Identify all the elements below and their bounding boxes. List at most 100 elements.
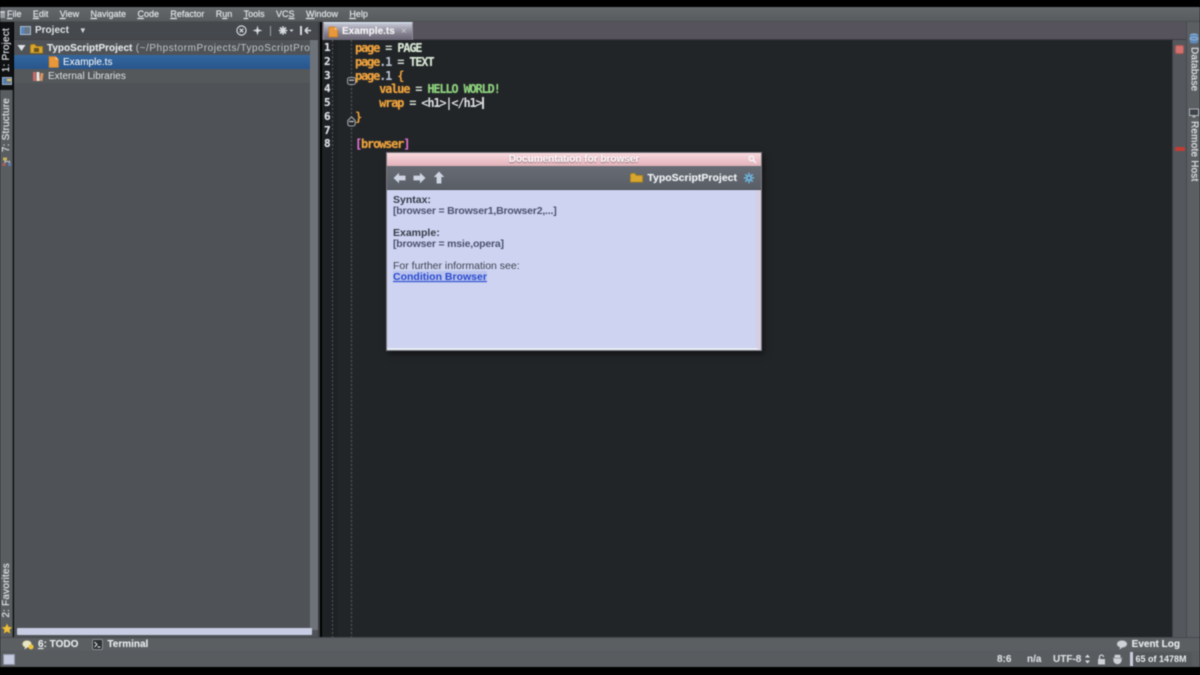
code-line-3[interactable]: page.1 { [355, 69, 403, 83]
tree-row-example-ts[interactable]: Example.ts [14, 55, 318, 69]
project-view-icon [20, 25, 31, 36]
memory-indicator-label: 65 of 1478M [1130, 652, 1192, 666]
toolwindow-toggle-icon[interactable] [3, 654, 15, 665]
popup-content: Syntax:[browser = Browser1,Browser2,...]… [387, 190, 761, 350]
code-token: = [379, 41, 397, 55]
code-line-6[interactable]: } [355, 110, 361, 124]
external-libraries-icon [32, 71, 44, 82]
tool-button-structure-label: 7: Structure [1, 98, 12, 152]
line-number: 7 [324, 124, 336, 137]
chevron-down-icon[interactable]: ▼ [79, 26, 87, 35]
menu-item-view[interactable]: View [54, 9, 85, 19]
code-token: } [355, 110, 361, 124]
mnemonic-underline: C [137, 9, 144, 19]
line-number: 5 [324, 96, 336, 109]
left-tool-stripe: 1: Project 7: Structure 2: Favorites [0, 22, 13, 637]
tool-button-todo[interactable]: 6: TODO [22, 639, 78, 650]
status-bar: 8:6 n/a UTF-8 65 of 1478M [0, 651, 1200, 667]
code-token [355, 96, 379, 110]
encoding-widget[interactable]: UTF-8 [1053, 651, 1091, 667]
pin-icon[interactable] [748, 155, 757, 164]
error-stripe-mark[interactable] [1175, 147, 1185, 151]
favorites-star-icon [1, 623, 13, 635]
todo-icon [22, 640, 34, 650]
back-arrow-icon[interactable] [393, 172, 406, 184]
doc-code: [browser = msie,opera] [393, 239, 747, 250]
example-ts-label: Example.ts [63, 57, 112, 68]
editor-error-stripe[interactable] [1172, 40, 1186, 637]
menu-item-code[interactable]: Code [132, 9, 165, 19]
tool-button-project[interactable]: 1: Project [0, 22, 13, 90]
forward-arrow-icon[interactable] [413, 172, 426, 184]
tool-button-terminal-label: Terminal [107, 639, 148, 650]
code-token: value [379, 82, 409, 96]
close-circle-icon[interactable] [236, 25, 247, 36]
tool-button-database[interactable]: Database [1187, 33, 1200, 91]
file-status-error-indicator[interactable] [1175, 45, 1184, 54]
menu-item-edit[interactable]: Edit [27, 9, 54, 19]
project-panel-title[interactable]: Project [35, 25, 69, 36]
menu-item-file[interactable]: File [5, 9, 27, 19]
editor-tab-bar: Example.ts × [322, 22, 1186, 40]
tree-row-project-root[interactable]: TypoScriptProject (~/PhpstormProjects/Ty… [14, 41, 318, 55]
mnemonic-underline: R [170, 9, 177, 19]
code-token: PAGE [397, 41, 421, 55]
tool-button-remote-host-label: Remote Host [1189, 121, 1200, 182]
tool-button-project-label: 1: Project [1, 28, 12, 72]
caret-position-widget[interactable]: 8:6 [997, 651, 1011, 667]
tab-label: Example.ts [342, 26, 395, 37]
tab-example-ts[interactable]: Example.ts × [323, 22, 413, 40]
menu-item-navigate[interactable]: Navigate [85, 9, 132, 19]
code-line-2[interactable]: page.1 = TEXT [355, 55, 433, 69]
mnemonic-underline: E [33, 9, 39, 19]
gear-icon[interactable] [743, 172, 755, 184]
project-root-path: (~/PhpstormProjects/TypoScriptProject) [132, 43, 318, 54]
menu-item-refactor[interactable]: Refactor [165, 9, 210, 19]
menu-item-vcs[interactable]: VCS [270, 9, 300, 19]
letterbox-bottom [0, 667, 1200, 675]
menu-item-window[interactable]: Window [300, 9, 343, 19]
memory-indicator[interactable]: 65 of 1478M [1130, 652, 1192, 666]
tool-button-event-log[interactable]: Event Log [1116, 639, 1180, 650]
doc-link-condition-browser[interactable]: Condition Browser [393, 271, 487, 283]
line-separator-widget[interactable]: n/a [1027, 651, 1041, 667]
popup-title-bar[interactable]: Documentation for browser [387, 153, 761, 166]
code-token: ] [403, 137, 409, 151]
hide-panel-icon[interactable] [299, 25, 312, 36]
popup-toolbar-right: TypoScriptProject [630, 172, 755, 184]
project-panel-vertical-scrollbar[interactable] [310, 40, 318, 630]
close-icon[interactable]: × [401, 27, 407, 37]
code-token: wrap [379, 96, 403, 110]
remote-host-icon [1189, 108, 1199, 118]
tool-button-favorites[interactable]: 2: Favorites [0, 563, 13, 635]
up-arrow-icon[interactable] [433, 171, 445, 184]
mnemonic-underline: T [244, 9, 249, 19]
code-line-4[interactable]: value = HELLO WORLD! [355, 82, 500, 96]
tool-button-event-log-label: Event Log [1132, 639, 1180, 650]
lock-icon[interactable] [1097, 651, 1106, 667]
code-line-5[interactable]: wrap = <h1>|</h1> [355, 96, 484, 110]
code-token: browser [361, 137, 403, 151]
mnemonic-underline: N [91, 9, 98, 19]
tool-button-remote-host[interactable]: Remote Host [1187, 108, 1200, 182]
menu-item-run[interactable]: Run [210, 9, 238, 19]
project-panel-horizontal-scrollbar[interactable] [17, 628, 312, 635]
gear-dropdown-icon[interactable] [278, 25, 294, 36]
tree-row-external-libraries[interactable]: External Libraries [14, 69, 318, 83]
typoscript-file-icon [328, 26, 338, 38]
mnemonic-underline: u [222, 9, 227, 19]
tool-button-structure[interactable]: 7: Structure [0, 98, 13, 167]
code-line-8[interactable]: [browser] [355, 137, 409, 151]
line-number: 2 [324, 55, 336, 68]
code-token: HELLO WORLD! [427, 82, 499, 96]
tool-button-terminal[interactable]: Terminal [92, 639, 148, 650]
menu-item-tools[interactable]: Tools [238, 9, 270, 19]
inspections-hector-icon[interactable] [1112, 651, 1123, 667]
locate-icon[interactable] [252, 25, 263, 36]
code-token: = [391, 55, 409, 69]
expand-arrow-icon[interactable] [17, 44, 26, 52]
doc-spacer [393, 217, 747, 228]
code-line-1[interactable]: page = PAGE [355, 41, 421, 55]
menu-item-help[interactable]: Help [344, 9, 374, 19]
line-number: 8 [324, 137, 336, 150]
